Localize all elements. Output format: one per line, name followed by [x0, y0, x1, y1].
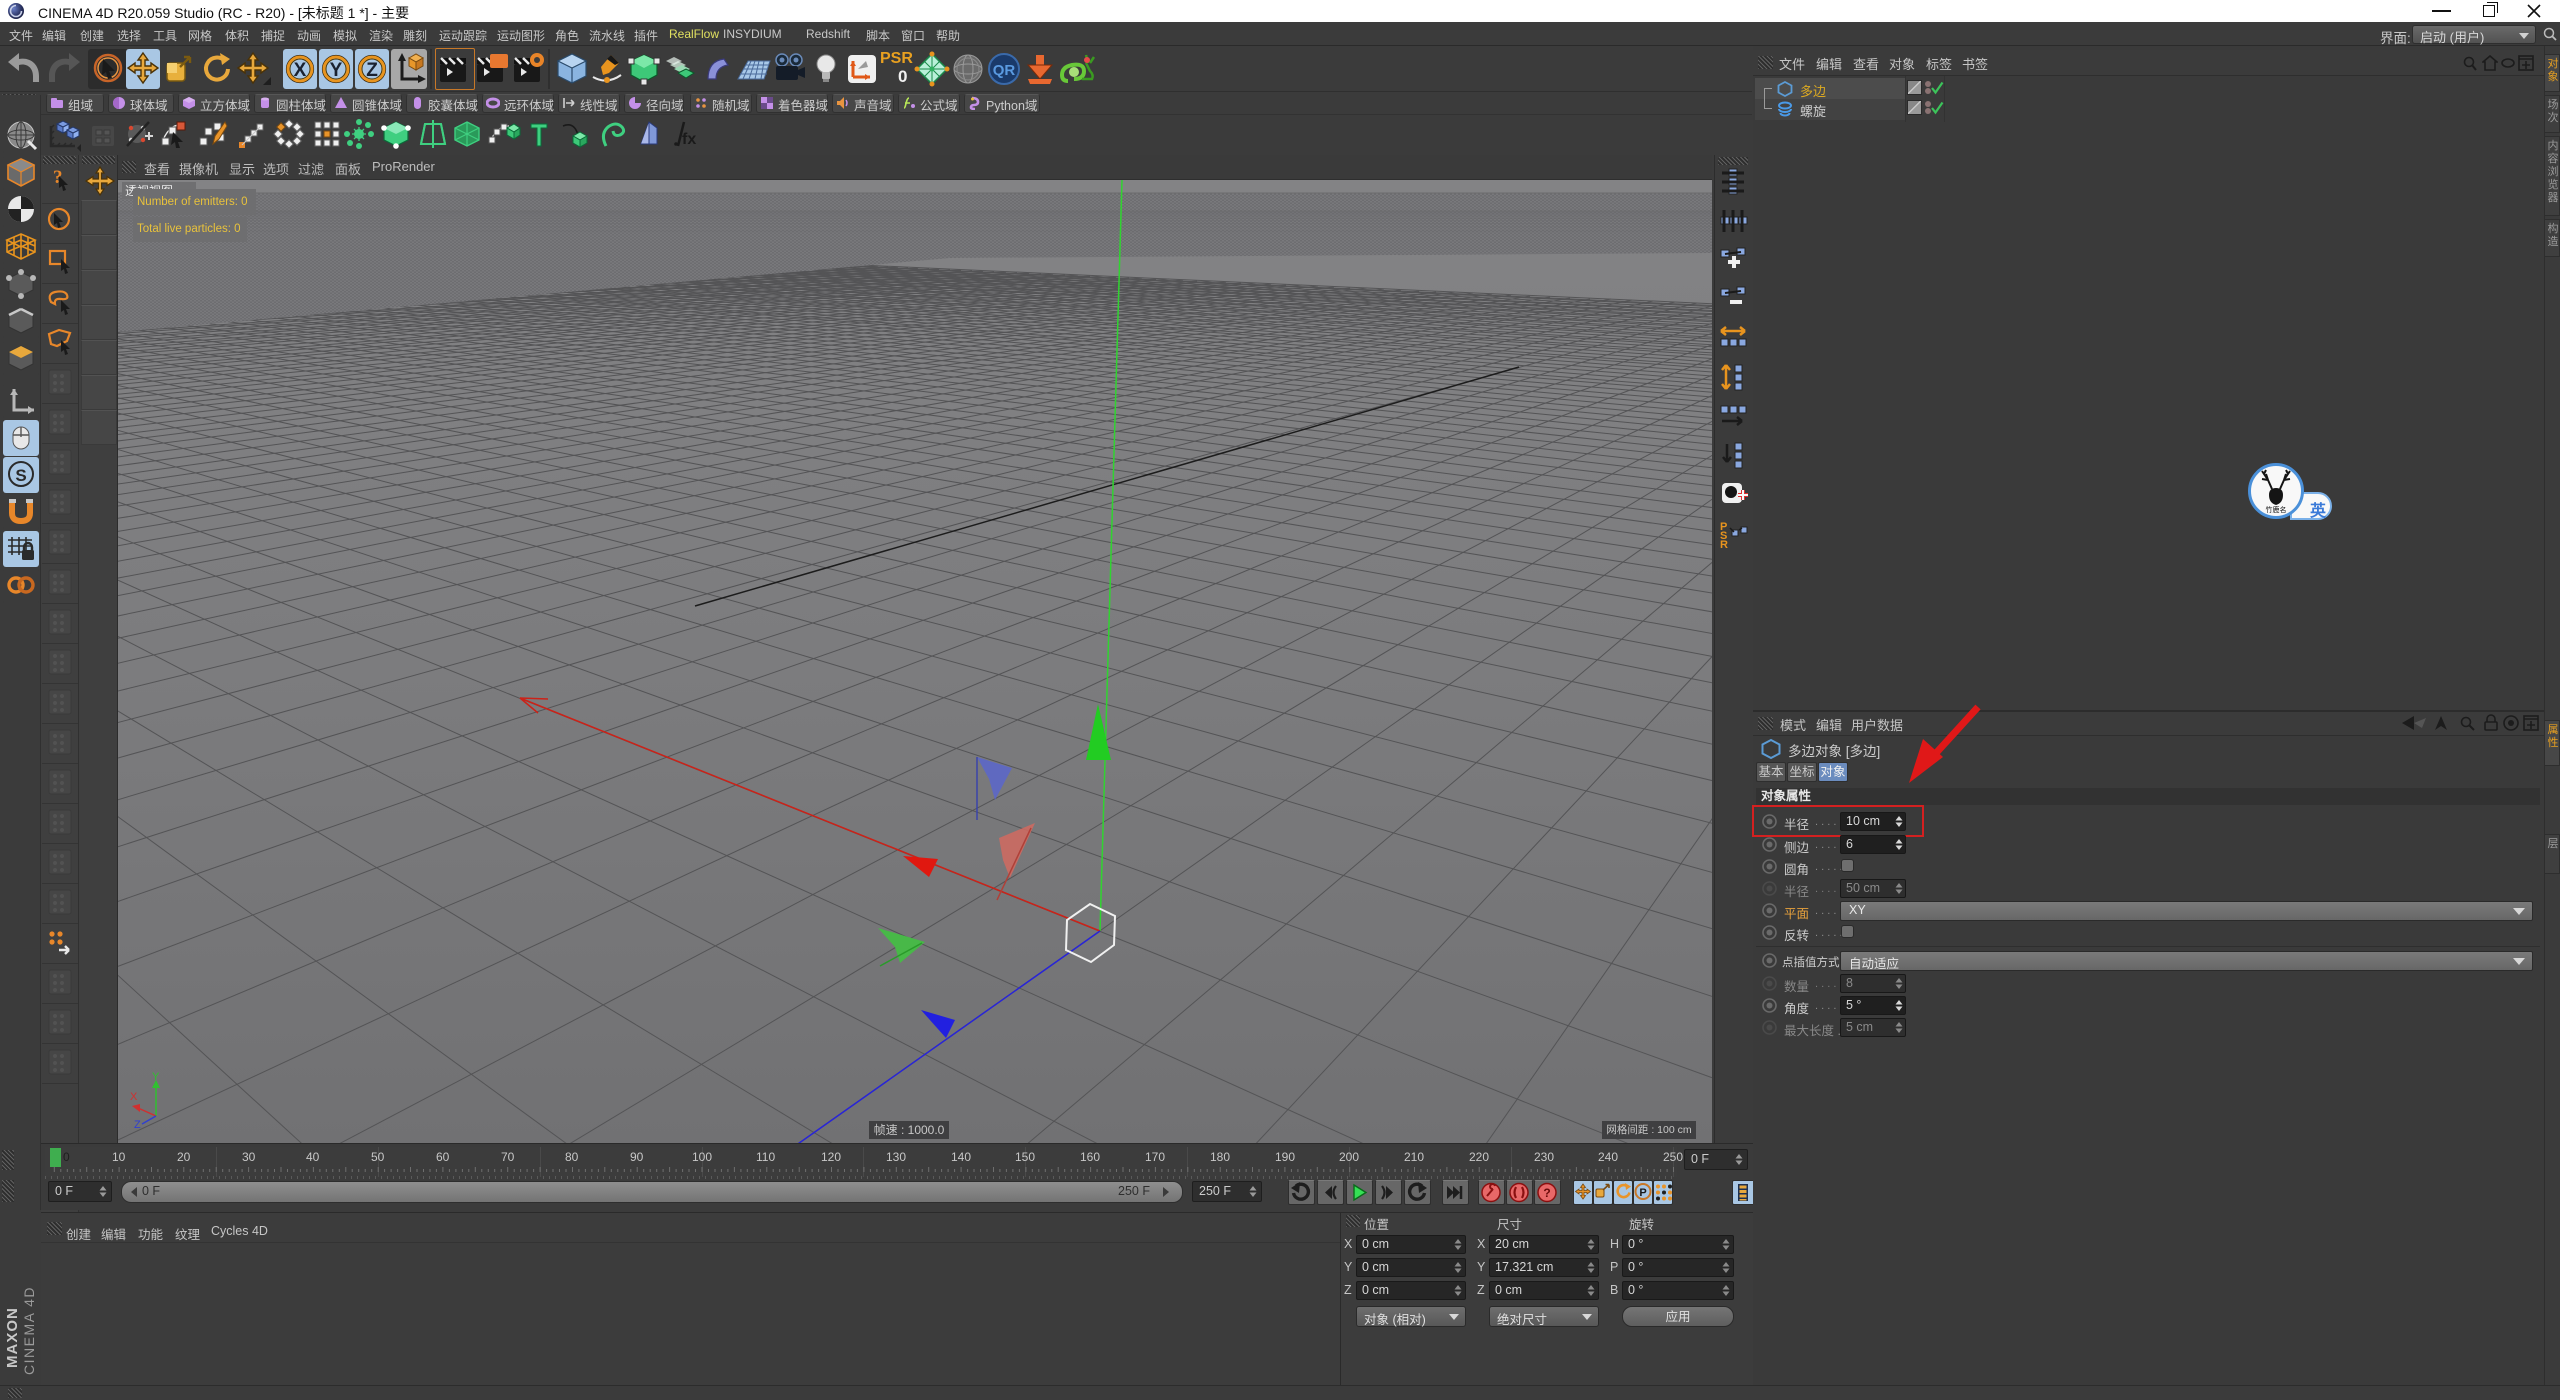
svg-text:R: R	[1720, 539, 1728, 548]
svg-text:竹鹿名: 竹鹿名	[2266, 505, 2287, 514]
svg-text:?: ?	[1543, 1186, 1550, 1200]
svg-text:P: P	[1639, 1187, 1646, 1199]
